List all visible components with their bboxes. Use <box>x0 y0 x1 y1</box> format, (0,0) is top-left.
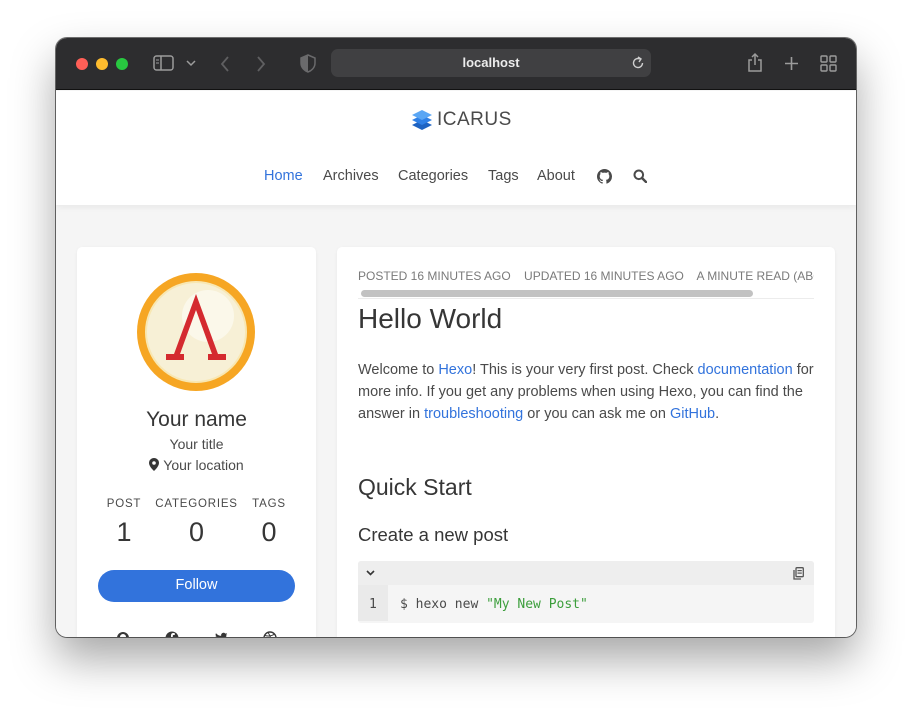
meta-scrollbar[interactable] <box>358 289 814 299</box>
back-icon[interactable] <box>219 55 231 73</box>
site-navbar: ICARUS Home Archives Categories Tags Abo… <box>56 91 856 205</box>
stack-logo-icon <box>412 110 432 130</box>
read-time: A MINUTE READ (ABOUT 90 WORDS) <box>696 269 814 283</box>
close-window-button[interactable] <box>76 58 88 70</box>
article-meta: POSTED 16 MINUTES AGO UPDATED 16 MINUTES… <box>358 269 814 289</box>
nav-about[interactable]: About <box>537 168 575 184</box>
sidebar-toggle-icon[interactable] <box>153 55 175 72</box>
map-marker-icon <box>149 458 160 471</box>
address-bar[interactable]: localhost <box>331 49 651 77</box>
forward-icon[interactable] <box>255 55 267 73</box>
nav-categories[interactable]: Categories <box>398 168 468 184</box>
subsection-heading: Create a new post <box>358 524 509 545</box>
new-tab-icon[interactable] <box>784 56 799 71</box>
section-heading: Quick Start <box>358 474 472 500</box>
profile-card: Your name Your title Your location POST … <box>77 247 316 637</box>
browser-toolbar: localhost <box>56 38 856 90</box>
nav-home[interactable]: Home <box>264 168 303 184</box>
url-text: localhost <box>462 55 520 70</box>
avatar <box>137 273 255 391</box>
logo-text: ICARUS <box>437 109 512 130</box>
troubleshooting-link[interactable]: troubleshooting <box>424 406 523 422</box>
intro-text: ! This is your very first post. Check <box>472 362 698 378</box>
article-intro: Welcome to Hexo! This is your very first… <box>358 359 814 425</box>
chevron-down-icon[interactable] <box>366 570 375 576</box>
github-icon[interactable] <box>116 631 130 637</box>
stat-value-posts[interactable]: 1 <box>99 517 149 548</box>
code-block-header <box>358 561 814 585</box>
line-number: 1 <box>369 597 377 612</box>
stat-label-tags: TAGS <box>252 498 286 510</box>
article-card: POSTED 16 MINUTES AGO UPDATED 16 MINUTES… <box>337 247 835 637</box>
nav-tags[interactable]: Tags <box>488 168 519 184</box>
zoom-window-button[interactable] <box>116 58 128 70</box>
facebook-icon[interactable] <box>165 631 179 637</box>
reload-icon[interactable] <box>631 56 645 70</box>
privacy-shield-icon[interactable] <box>300 54 316 73</box>
page-viewport: ICARUS Home Archives Categories Tags Abo… <box>56 91 856 637</box>
nav-archives[interactable]: Archives <box>323 168 379 184</box>
code-line[interactable]: $ hexo new "My New Post" <box>400 597 588 612</box>
tab-overview-icon[interactable] <box>820 55 837 72</box>
posted-date: POSTED 16 MINUTES AGO <box>358 269 511 283</box>
code-command: $ hexo new <box>400 597 487 612</box>
dribbble-icon[interactable] <box>263 631 277 637</box>
code-block: 1 $ hexo new "My New Post" <box>358 561 814 623</box>
intro-text: Welcome to <box>358 362 439 378</box>
browser-window: localhost ICARUS Home Archives Categorie… <box>56 38 856 637</box>
profile-location: Your location <box>77 457 316 473</box>
github-icon[interactable] <box>597 169 612 184</box>
chevron-down-icon[interactable] <box>186 60 196 67</box>
profile-location-text: Your location <box>163 457 244 473</box>
stat-value-categories[interactable]: 0 <box>154 517 239 548</box>
twitter-icon[interactable] <box>214 631 228 637</box>
article-title[interactable]: Hello World <box>358 303 502 335</box>
hexo-link[interactable]: Hexo <box>438 362 472 378</box>
code-string: "My New Post" <box>486 597 588 612</box>
intro-text: . <box>715 406 720 422</box>
copy-icon[interactable] <box>793 567 804 580</box>
follow-button[interactable]: Follow <box>98 570 295 602</box>
intro-text: or you can ask me on <box>523 406 670 422</box>
documentation-link[interactable]: documentation <box>698 362 793 378</box>
scrollbar-thumb[interactable] <box>361 290 753 297</box>
updated-date: UPDATED 16 MINUTES AGO <box>524 269 684 283</box>
stat-label-categories: CATEGORIES <box>155 498 238 510</box>
github-link[interactable]: GitHub <box>670 406 715 422</box>
minimize-window-button[interactable] <box>96 58 108 70</box>
profile-name: Your name <box>146 408 247 431</box>
profile-title: Your title <box>169 436 224 452</box>
stat-label-posts: POST <box>106 498 142 510</box>
search-icon[interactable] <box>633 169 647 183</box>
share-icon[interactable] <box>747 52 763 73</box>
stat-value-tags[interactable]: 0 <box>243 517 295 548</box>
